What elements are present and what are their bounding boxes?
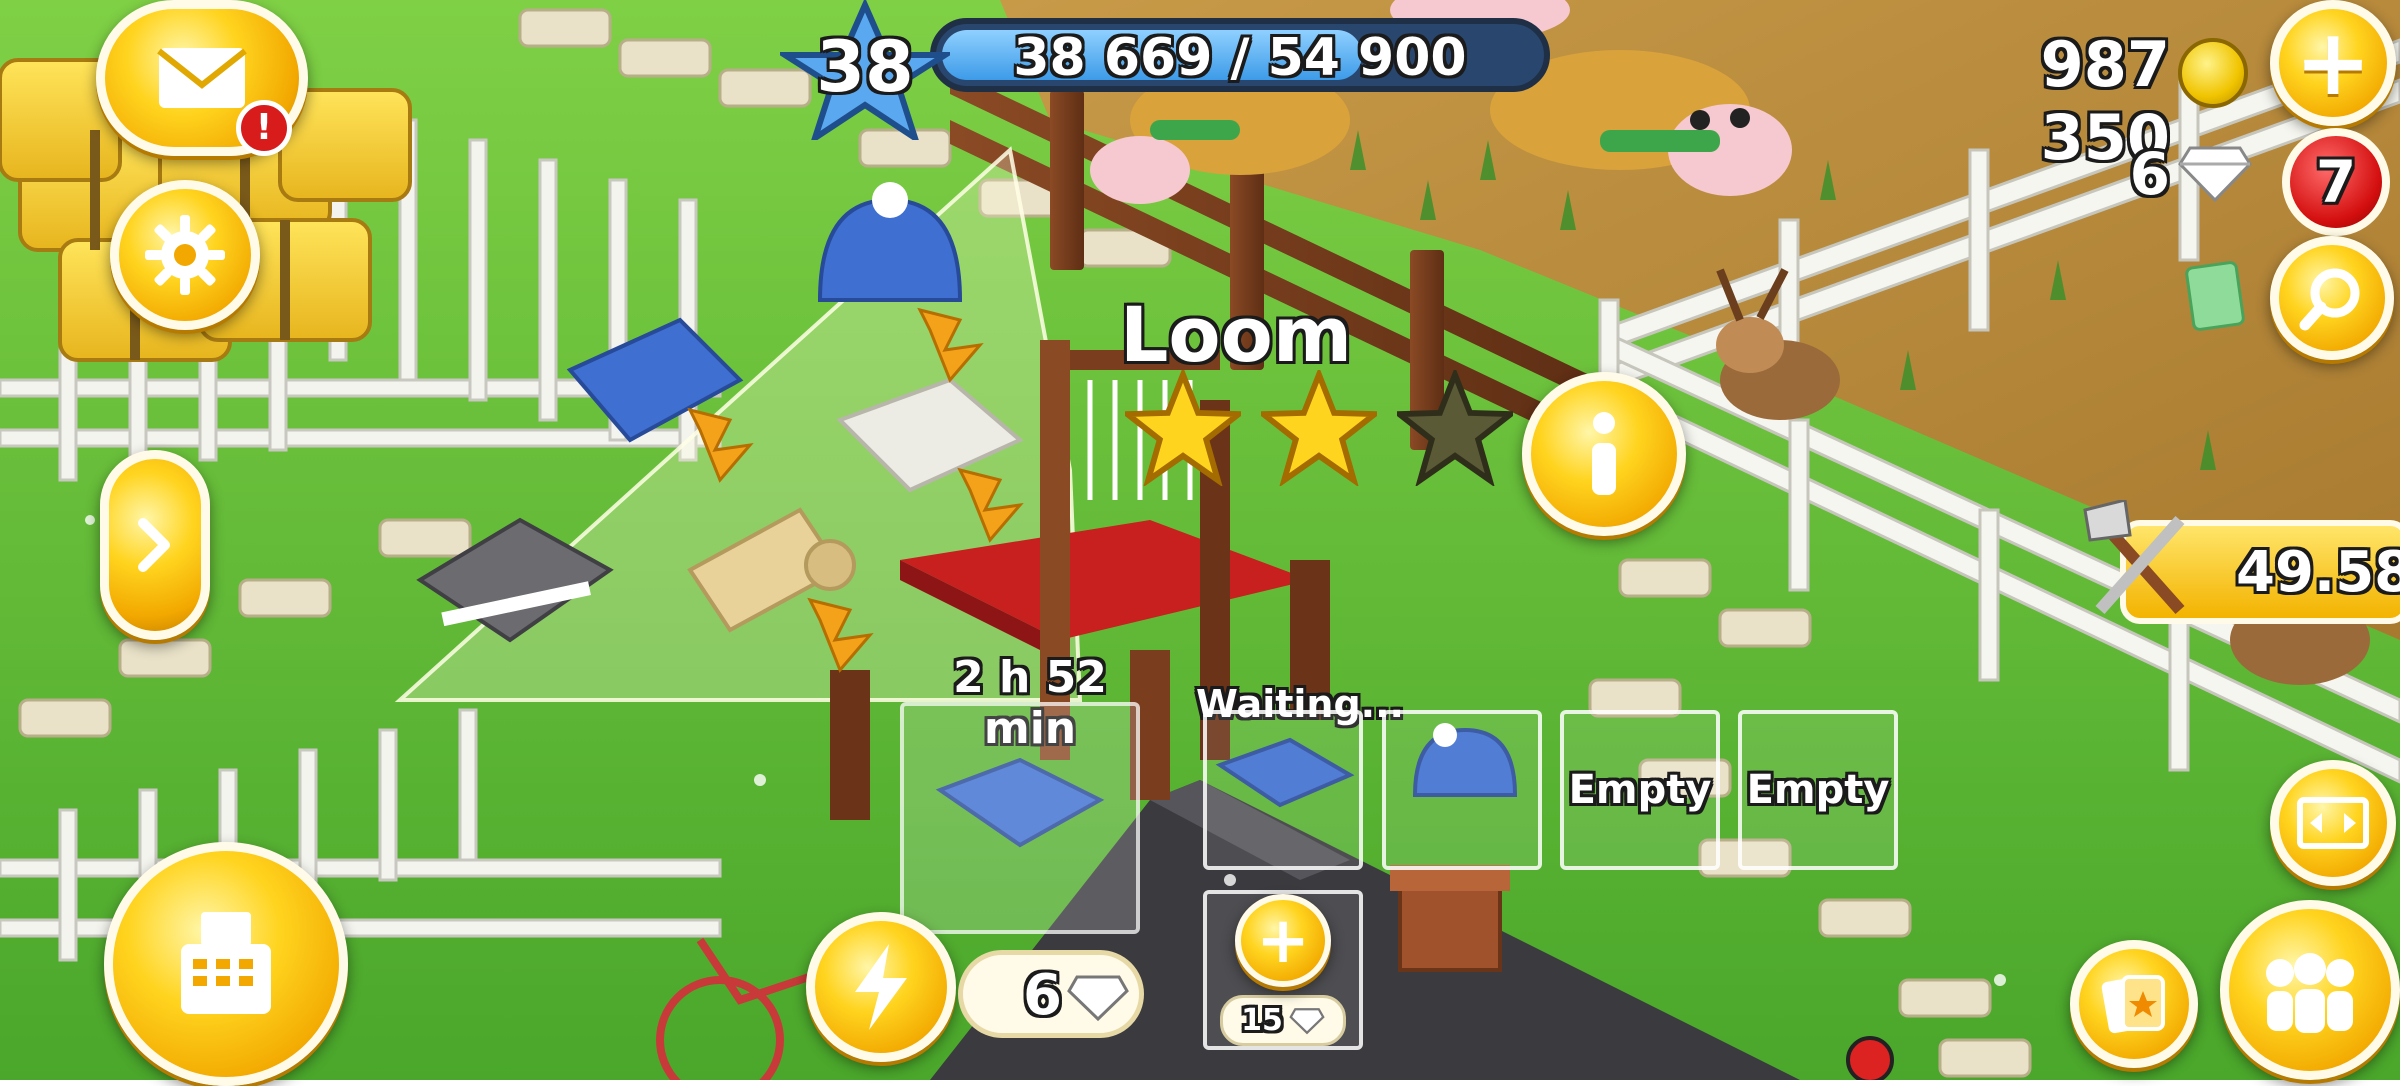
empty-label: Empty	[1746, 767, 1890, 813]
star-filled-icon	[1125, 370, 1241, 486]
machine-stars	[1125, 370, 1525, 490]
diamond-icon	[1289, 1007, 1325, 1035]
magnifier-icon	[2299, 268, 2360, 331]
buy-coins-button[interactable]: +	[2270, 0, 2396, 126]
cards-button[interactable]	[2070, 940, 2198, 1068]
add-slot-cost: 15	[1220, 995, 1346, 1046]
expand-side-menu-button[interactable]	[100, 450, 210, 640]
info-icon	[1592, 412, 1616, 495]
empty-label: Empty	[1568, 767, 1712, 813]
speed-up-button[interactable]	[806, 912, 956, 1062]
diamond-icon	[2178, 142, 2252, 204]
diamond-icon	[1067, 975, 1129, 1022]
settings-button[interactable]	[110, 180, 260, 330]
active-slot[interactable]	[900, 702, 1140, 934]
info-button[interactable]	[1522, 372, 1686, 536]
friends-icon	[2266, 953, 2354, 1033]
add-slot-button[interactable]: +	[1235, 894, 1331, 988]
roadside-shop-button[interactable]	[104, 842, 348, 1086]
level-star: 38	[774, 0, 956, 146]
star-empty-icon	[1397, 370, 1513, 486]
xp-text: 38 669 / 54 900	[1013, 28, 1467, 88]
lightning-icon	[855, 944, 907, 1030]
xp-bar: 38 669 / 54 900	[930, 18, 1550, 92]
mail-alert-badge: !	[236, 100, 292, 156]
level-number: 38	[816, 26, 914, 108]
queue-slot-3[interactable]: Empty	[1560, 710, 1720, 870]
machine-name: Loom	[1120, 290, 1353, 379]
add-slot-panel[interactable]: + 15	[1203, 890, 1363, 1050]
queue-slot-2[interactable]	[1382, 710, 1542, 870]
expand-view-button[interactable]	[2270, 760, 2396, 886]
diamond-count: 6	[2129, 140, 2170, 208]
coin-icon	[2178, 38, 2248, 108]
queue-slot-4[interactable]: Empty	[1738, 710, 1898, 870]
notification-badge[interactable]: 7	[2282, 128, 2390, 236]
cards-icon	[2101, 975, 2165, 1034]
gear-icon	[145, 215, 225, 295]
queue-slot-1[interactable]	[1203, 710, 1363, 870]
cash-register-icon	[181, 912, 271, 1014]
plus-icon: +	[1256, 903, 1310, 978]
chevron-right-icon	[138, 518, 170, 572]
speed-up-cost[interactable]: 6	[958, 950, 1144, 1038]
plus-icon: +	[2294, 9, 2372, 116]
axe-saw-icon	[2080, 498, 2200, 630]
expand-icon	[2297, 797, 2369, 849]
envelope-icon	[157, 48, 247, 108]
star-filled-icon	[1261, 370, 1377, 486]
search-button[interactable]	[2270, 236, 2394, 360]
friends-button[interactable]	[2220, 900, 2400, 1080]
